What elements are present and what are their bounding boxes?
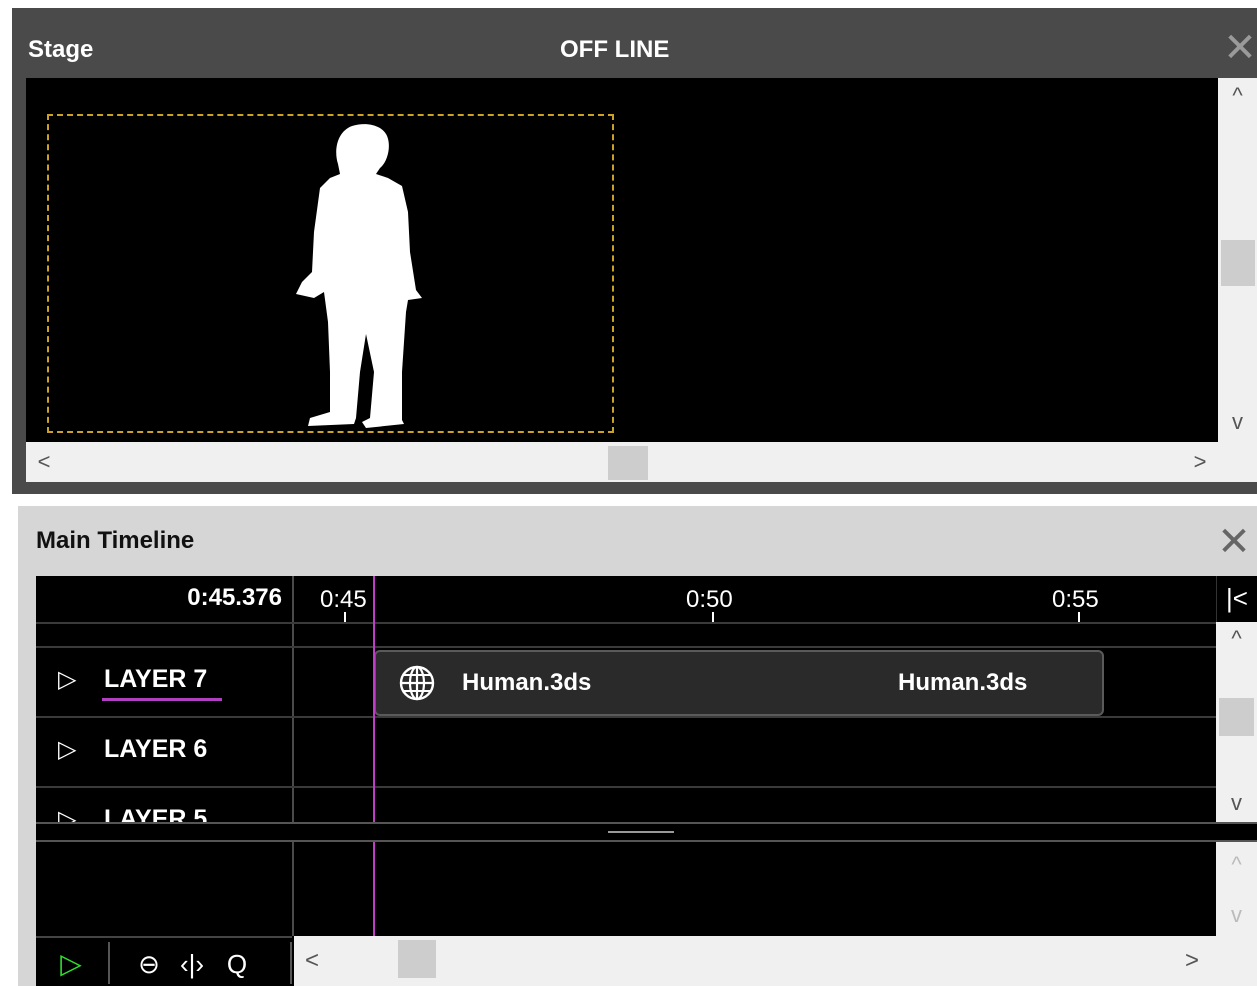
stage-window: Stage OFF LINE ✕ ^ v < > (12, 8, 1257, 494)
toolbar-divider (108, 942, 110, 984)
ruler-tick (712, 612, 714, 622)
time-ruler[interactable]: 0:45 0:50 0:55 (294, 576, 1216, 622)
toolbar-divider (290, 942, 292, 984)
scrollbar-thumb[interactable] (608, 446, 648, 480)
ruler-label: 0:45 (320, 586, 367, 613)
expand-arrow-icon[interactable]: ▷ (58, 666, 86, 694)
scroll-up-arrow[interactable]: ^ (1216, 848, 1257, 882)
globe-icon (399, 665, 435, 701)
layer-row-6[interactable]: ▷ LAYER 6 (36, 718, 292, 786)
expand-arrow-icon[interactable]: ▷ (58, 736, 86, 764)
layer-label[interactable]: LAYER 7 (104, 662, 207, 696)
ruler-label: 0:55 (1052, 586, 1099, 613)
ruler-label: 0:50 (686, 586, 733, 613)
close-icon[interactable]: ✕ (1220, 28, 1257, 68)
resize-grip[interactable] (1218, 442, 1257, 482)
scroll-down-arrow[interactable]: v (1216, 898, 1257, 932)
ruler-tick (344, 612, 346, 622)
stage-status: OFF LINE (560, 36, 670, 63)
close-icon[interactable]: ✕ (1214, 522, 1254, 562)
timeline-title: Main Timeline (36, 527, 195, 554)
expand-arrow-icon[interactable]: ▷ (58, 806, 86, 822)
scrollbar-thumb[interactable] (398, 940, 436, 978)
scroll-left-arrow[interactable]: < (26, 442, 62, 482)
scroll-down-arrow[interactable]: v (1216, 786, 1257, 820)
ruler-tick (1078, 612, 1080, 622)
current-time-display: 0:45.376 (187, 584, 282, 611)
timeline-horizontal-scrollbar[interactable]: < > (294, 936, 1216, 986)
scrollbar-thumb[interactable] (1221, 240, 1255, 286)
zoom-out-button[interactable]: ⊖ (132, 944, 166, 984)
scroll-up-arrow[interactable]: ^ (1216, 622, 1257, 656)
scroll-down-arrow[interactable]: v (1218, 404, 1257, 440)
zoom-button[interactable]: Q (220, 944, 254, 984)
human-figure[interactable] (284, 122, 444, 432)
layer-label[interactable]: LAYER 5 (104, 802, 207, 822)
column-divider[interactable] (292, 576, 294, 936)
stage-title: Stage (28, 36, 94, 63)
layer-row-5[interactable]: ▷ LAYER 5 (36, 788, 292, 822)
play-button[interactable]: ▷ (46, 944, 96, 984)
stage-viewport[interactable] (26, 78, 1218, 442)
resize-grip[interactable] (1216, 936, 1257, 986)
timeline-body: 0:45.376 0:45 0:50 0:55 |< ▷ LAYER 7 ▷ L… (36, 576, 1257, 986)
splitter-grip[interactable] (608, 831, 674, 833)
scroll-right-arrow[interactable]: > (1182, 442, 1218, 482)
scrollbar-thumb[interactable] (1219, 698, 1254, 736)
stage-titlebar[interactable]: Stage OFF LINE ✕ (12, 8, 1257, 78)
layer-row-7[interactable]: ▷ LAYER 7 (36, 648, 292, 716)
playhead[interactable] (373, 576, 375, 936)
clip-end-label: Human.3ds (898, 669, 1028, 696)
go-to-start-button[interactable]: |< (1216, 576, 1257, 622)
clip-start-label: Human.3ds (462, 669, 592, 696)
scroll-left-arrow[interactable]: < (294, 936, 330, 986)
scroll-up-arrow[interactable]: ^ (1218, 78, 1257, 114)
layer-label[interactable]: LAYER 6 (104, 732, 207, 766)
scroll-right-arrow[interactable]: > (1174, 936, 1210, 986)
pane-splitter[interactable] (36, 822, 1257, 842)
fit-to-view-button[interactable]: ‹|› (170, 944, 214, 984)
timeline-window: Main Timeline ✕ 0:45.376 0:45 0:50 0:55 … (18, 506, 1257, 986)
timeline-toolbar: ▷ ⊖ ‹|› Q (36, 936, 292, 986)
media-clip[interactable]: Human.3ds Human.3ds (374, 650, 1104, 716)
row-divider (36, 622, 1216, 624)
selected-layer-indicator (102, 698, 222, 701)
stage-vertical-scrollbar[interactable]: ^ v (1218, 78, 1257, 442)
lower-vertical-scrollbar[interactable]: ^ v (1216, 842, 1257, 936)
stage-horizontal-scrollbar[interactable]: < > (26, 442, 1218, 482)
timeline-vertical-scrollbar[interactable]: ^ v (1216, 622, 1257, 822)
